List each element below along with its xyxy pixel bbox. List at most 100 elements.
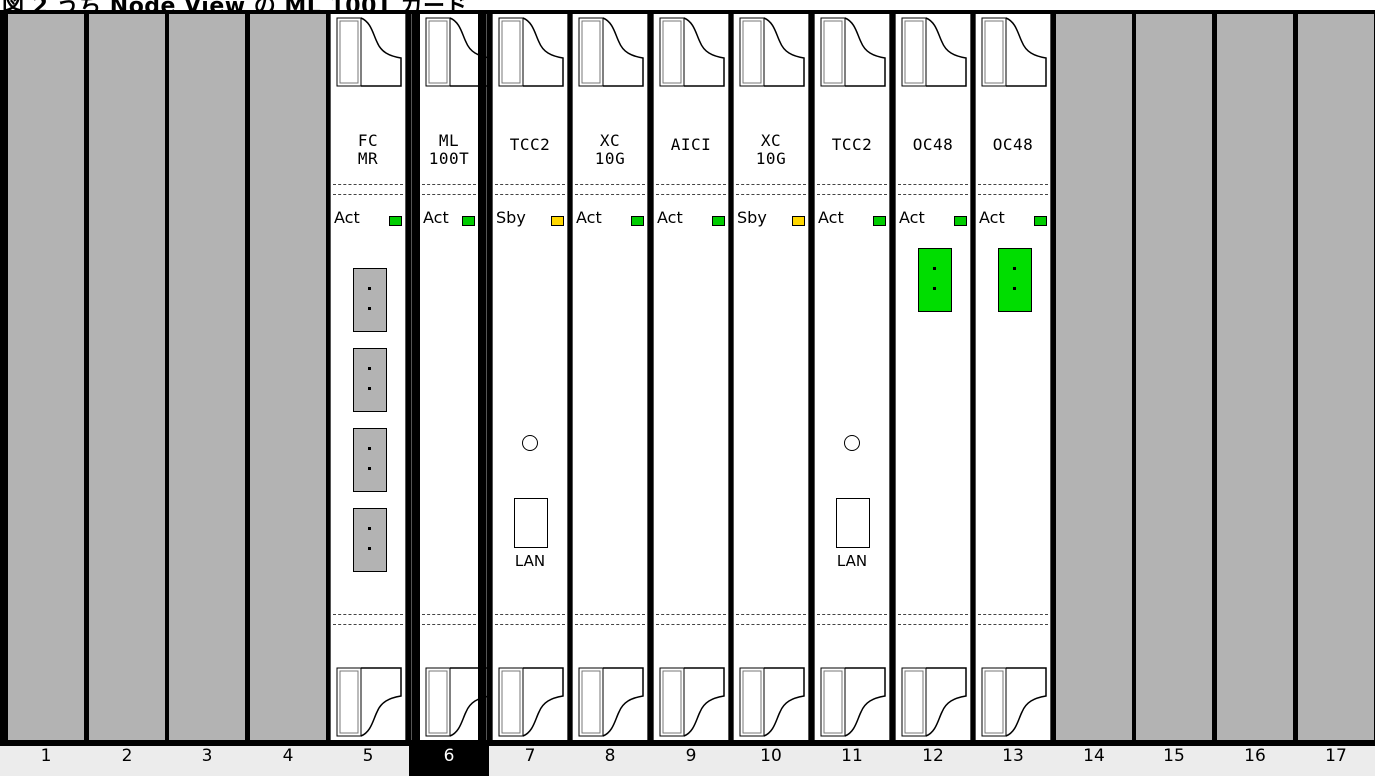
slot-number[interactable]: 10 <box>731 746 811 776</box>
dashed-divider <box>422 624 476 625</box>
status-led-icon <box>1034 216 1047 226</box>
slot-number[interactable]: 14 <box>1054 746 1134 776</box>
port-pin <box>368 307 371 310</box>
dashed-divider <box>333 614 403 615</box>
status-led-icon <box>792 216 805 226</box>
port-pin <box>368 547 371 550</box>
card-latch-top <box>981 17 1047 87</box>
card-fcmr[interactable]: FC MR Act <box>330 14 406 740</box>
port-connector-icon[interactable] <box>353 508 387 572</box>
lan-port-icon[interactable] <box>836 498 870 548</box>
empty-slot[interactable] <box>89 14 165 740</box>
status-led-icon <box>631 216 644 226</box>
empty-slot[interactable] <box>8 14 84 740</box>
lan-port-icon[interactable] <box>514 498 548 548</box>
slot-number[interactable]: 9 <box>651 746 731 776</box>
empty-slot[interactable] <box>169 14 245 740</box>
slot-number[interactable]: 6 <box>409 746 489 776</box>
dashed-divider <box>978 624 1048 625</box>
status-led-icon <box>551 216 564 226</box>
slot-number[interactable]: 2 <box>87 746 167 776</box>
port-pin <box>368 467 371 470</box>
card-ml100t[interactable]: ML 100T Act <box>411 14 491 740</box>
port-connector-icon[interactable] <box>918 248 952 312</box>
reset-button-icon[interactable] <box>522 435 538 451</box>
status-led-icon <box>462 216 475 226</box>
slot-number[interactable]: 16 <box>1215 746 1295 776</box>
dashed-divider <box>736 614 806 615</box>
port-connector-icon[interactable] <box>353 268 387 332</box>
port-pin <box>1013 267 1016 270</box>
card-latch-top <box>336 17 402 87</box>
card-oc48[interactable]: OC48 Act <box>975 14 1051 740</box>
empty-slot[interactable] <box>1056 14 1132 740</box>
card-aici[interactable]: AICI Act <box>653 14 729 740</box>
slot-number[interactable]: 8 <box>570 746 650 776</box>
card-latch-bot <box>578 667 644 737</box>
dashed-divider <box>898 184 968 185</box>
card-latch-top <box>820 17 886 87</box>
slot-number[interactable]: 15 <box>1134 746 1214 776</box>
dashed-divider <box>333 184 403 185</box>
empty-slot[interactable] <box>1136 14 1212 740</box>
card-name: XC 10G <box>594 131 626 168</box>
lan-label: LAN <box>836 552 868 570</box>
dashed-divider <box>656 184 726 185</box>
empty-slot[interactable] <box>250 14 326 740</box>
card-latch-top <box>498 17 564 87</box>
card-tcc2[interactable]: TCC2 Act LAN <box>814 14 890 740</box>
lan-label: LAN <box>514 552 546 570</box>
dashed-divider <box>422 184 476 185</box>
card-face: ML 100T Act <box>420 14 491 740</box>
status-led-icon <box>712 216 725 226</box>
slot-number[interactable]: 17 <box>1296 746 1375 776</box>
dashed-divider <box>333 624 403 625</box>
card-oc48[interactable]: OC48 Act <box>895 14 971 740</box>
slot-number[interactable]: 3 <box>167 746 247 776</box>
card-tcc2[interactable]: TCC2 Sby LAN <box>492 14 568 740</box>
port-connector-icon[interactable] <box>998 248 1032 312</box>
slot-number-bar: 1 2 3 4 5 6 7 8 9 10 11 12 13 14 15 16 17 <box>0 746 1375 776</box>
card-latch-top <box>578 17 644 87</box>
port-pin <box>933 287 936 290</box>
card-latch-top <box>425 17 491 87</box>
card-latch-top <box>901 17 967 87</box>
status-label: Act <box>423 208 449 227</box>
dashed-divider <box>575 184 645 185</box>
port-pin <box>368 367 371 370</box>
card-latch-bot <box>336 667 402 737</box>
card-xc10g[interactable]: XC 10G Sby <box>733 14 809 740</box>
status-label: Act <box>576 208 602 227</box>
empty-slot[interactable] <box>1298 14 1374 740</box>
status-led-icon <box>873 216 886 226</box>
slot-number[interactable]: 7 <box>490 746 570 776</box>
dashed-divider <box>978 194 1048 195</box>
port-connector-icon[interactable] <box>353 348 387 412</box>
card-latch-bot <box>425 667 491 737</box>
dashed-divider <box>333 194 403 195</box>
dashed-divider <box>898 624 968 625</box>
reset-button-icon[interactable] <box>844 435 860 451</box>
dashed-divider <box>817 184 887 185</box>
dashed-divider <box>575 624 645 625</box>
slot-number[interactable]: 1 <box>6 746 86 776</box>
slot-number[interactable]: 12 <box>893 746 973 776</box>
port-pin <box>368 287 371 290</box>
port-connector-icon[interactable] <box>353 428 387 492</box>
dashed-divider <box>656 194 726 195</box>
dashed-divider <box>656 624 726 625</box>
slot-number[interactable]: 11 <box>812 746 892 776</box>
status-led-icon <box>389 216 402 226</box>
dashed-divider <box>817 624 887 625</box>
dashed-divider <box>978 614 1048 615</box>
card-name: AICI <box>670 135 712 154</box>
dashed-divider <box>736 194 806 195</box>
empty-slot[interactable] <box>1217 14 1293 740</box>
card-latch-top <box>659 17 725 87</box>
slot-number[interactable]: 13 <box>973 746 1053 776</box>
slot-number[interactable]: 4 <box>248 746 328 776</box>
card-xc10g[interactable]: XC 10G Act <box>572 14 648 740</box>
figure-caption: 図 2 うち Node View の ML 100T カード <box>2 0 468 19</box>
slot-number[interactable]: 5 <box>328 746 408 776</box>
card-latch-bot <box>659 667 725 737</box>
